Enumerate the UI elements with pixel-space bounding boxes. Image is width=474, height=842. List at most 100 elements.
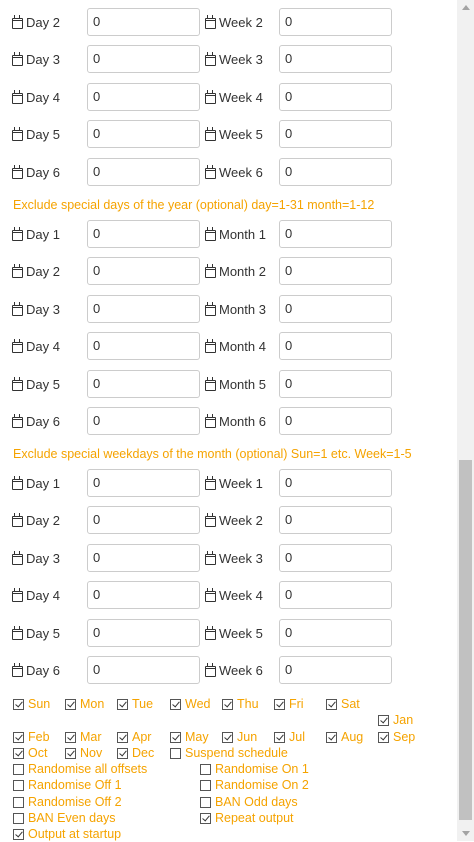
- checkbox[interactable]: [170, 747, 181, 759]
- checkbox[interactable]: [170, 698, 181, 710]
- month-checkbox[interactable]: Jun: [222, 729, 257, 745]
- checkbox[interactable]: [13, 763, 24, 775]
- period-input[interactable]: 0: [279, 45, 392, 73]
- day-input[interactable]: 0: [87, 619, 200, 647]
- period-input[interactable]: 0: [279, 220, 392, 248]
- checkbox[interactable]: [326, 698, 337, 710]
- month-checkbox[interactable]: May: [170, 729, 209, 745]
- suspend-schedule-checkbox[interactable]: Suspend schedule: [170, 745, 288, 761]
- period-input[interactable]: 0: [279, 257, 392, 285]
- checkbox[interactable]: [13, 698, 24, 710]
- checkbox-label: Sun: [28, 697, 51, 711]
- day-input[interactable]: 0: [87, 544, 200, 572]
- scroll-down-arrow-icon[interactable]: [462, 831, 470, 836]
- day-input[interactable]: 0: [87, 83, 200, 111]
- checkbox-label: Sat: [341, 697, 360, 711]
- checkbox[interactable]: [222, 731, 233, 743]
- option-checkbox[interactable]: Randomise all offsets: [13, 761, 147, 777]
- month-checkbox[interactable]: Dec: [117, 745, 154, 761]
- month-checkbox[interactable]: Aug: [326, 729, 363, 745]
- month-checkbox[interactable]: Nov: [65, 745, 102, 761]
- period-input[interactable]: 0: [279, 506, 392, 534]
- checkbox[interactable]: [13, 731, 24, 743]
- checkbox[interactable]: [170, 731, 181, 743]
- weekday-checkbox[interactable]: Thu: [222, 696, 259, 712]
- day-input[interactable]: 0: [87, 506, 200, 534]
- day-input[interactable]: 0: [87, 257, 200, 285]
- checkbox[interactable]: [117, 731, 128, 743]
- period-input[interactable]: 0: [279, 407, 392, 435]
- option-checkbox[interactable]: Output at startup: [13, 826, 121, 842]
- day-input[interactable]: 0: [87, 332, 200, 360]
- weekday-checkbox[interactable]: Sat: [326, 696, 360, 712]
- month-checkbox[interactable]: Oct: [13, 745, 47, 761]
- checkbox-label: Jan: [393, 713, 414, 727]
- checkbox[interactable]: [222, 698, 233, 710]
- weekday-checkbox[interactable]: Wed: [170, 696, 210, 712]
- scrollbar[interactable]: [457, 0, 474, 841]
- month-checkbox[interactable]: Jan: [378, 712, 413, 728]
- checkbox[interactable]: [65, 731, 76, 743]
- day-input[interactable]: 0: [87, 120, 200, 148]
- day-input[interactable]: 0: [87, 295, 200, 323]
- month-checkbox[interactable]: Apr: [117, 729, 151, 745]
- field-label: Day 4: [12, 581, 60, 611]
- period-input[interactable]: 0: [279, 656, 392, 684]
- scrollbar-thumb[interactable]: [459, 460, 472, 820]
- checkbox[interactable]: [13, 812, 24, 824]
- option-checkbox[interactable]: Repeat output: [200, 810, 294, 826]
- scroll-up-arrow-icon[interactable]: [462, 5, 470, 10]
- checkbox[interactable]: [13, 779, 24, 791]
- checkbox[interactable]: [200, 763, 211, 775]
- checkbox[interactable]: [13, 796, 24, 808]
- month-checkbox[interactable]: Sep: [378, 729, 415, 745]
- option-checkbox[interactable]: Randomise Off 1: [13, 777, 122, 793]
- checkbox[interactable]: [117, 747, 128, 759]
- weekday-checkbox[interactable]: Sun: [13, 696, 50, 712]
- period-input[interactable]: 0: [279, 619, 392, 647]
- day-input[interactable]: 0: [87, 581, 200, 609]
- checkbox[interactable]: [200, 812, 211, 824]
- period-input[interactable]: 0: [279, 544, 392, 572]
- option-checkbox[interactable]: Randomise Off 2: [13, 794, 122, 810]
- period-input[interactable]: 0: [279, 370, 392, 398]
- day-input[interactable]: 0: [87, 45, 200, 73]
- weekday-checkbox[interactable]: Fri: [274, 696, 304, 712]
- period-input[interactable]: 0: [279, 83, 392, 111]
- weekday-checkbox[interactable]: Mon: [65, 696, 104, 712]
- day-input[interactable]: 0: [87, 407, 200, 435]
- option-checkbox[interactable]: Randomise On 2: [200, 777, 309, 793]
- checkbox[interactable]: [13, 747, 24, 759]
- checkbox[interactable]: [326, 731, 337, 743]
- month-checkbox[interactable]: Jul: [274, 729, 305, 745]
- option-checkbox[interactable]: BAN Even days: [13, 810, 116, 826]
- month-checkbox[interactable]: Feb: [13, 729, 50, 745]
- weekday-checkbox[interactable]: Tue: [117, 696, 153, 712]
- checkbox[interactable]: [200, 779, 211, 791]
- checkbox[interactable]: [274, 698, 285, 710]
- option-checkbox[interactable]: BAN Odd days: [200, 794, 298, 810]
- option-checkbox[interactable]: Randomise On 1: [200, 761, 309, 777]
- period-input[interactable]: 0: [279, 469, 392, 497]
- checkbox[interactable]: [378, 714, 389, 726]
- period-input[interactable]: 0: [279, 295, 392, 323]
- day-input[interactable]: 0: [87, 8, 200, 36]
- day-input[interactable]: 0: [87, 656, 200, 684]
- checkbox[interactable]: [65, 698, 76, 710]
- day-input[interactable]: 0: [87, 220, 200, 248]
- day-input[interactable]: 0: [87, 158, 200, 186]
- checkbox[interactable]: [274, 731, 285, 743]
- month-checkbox[interactable]: Mar: [65, 729, 102, 745]
- checkbox[interactable]: [117, 698, 128, 710]
- period-input[interactable]: 0: [279, 120, 392, 148]
- period-input[interactable]: 0: [279, 8, 392, 36]
- period-input[interactable]: 0: [279, 158, 392, 186]
- checkbox[interactable]: [200, 796, 211, 808]
- period-input[interactable]: 0: [279, 332, 392, 360]
- checkbox[interactable]: [378, 731, 389, 743]
- checkbox[interactable]: [65, 747, 76, 759]
- day-input[interactable]: 0: [87, 469, 200, 497]
- period-input[interactable]: 0: [279, 581, 392, 609]
- checkbox[interactable]: [13, 828, 24, 840]
- day-input[interactable]: 0: [87, 370, 200, 398]
